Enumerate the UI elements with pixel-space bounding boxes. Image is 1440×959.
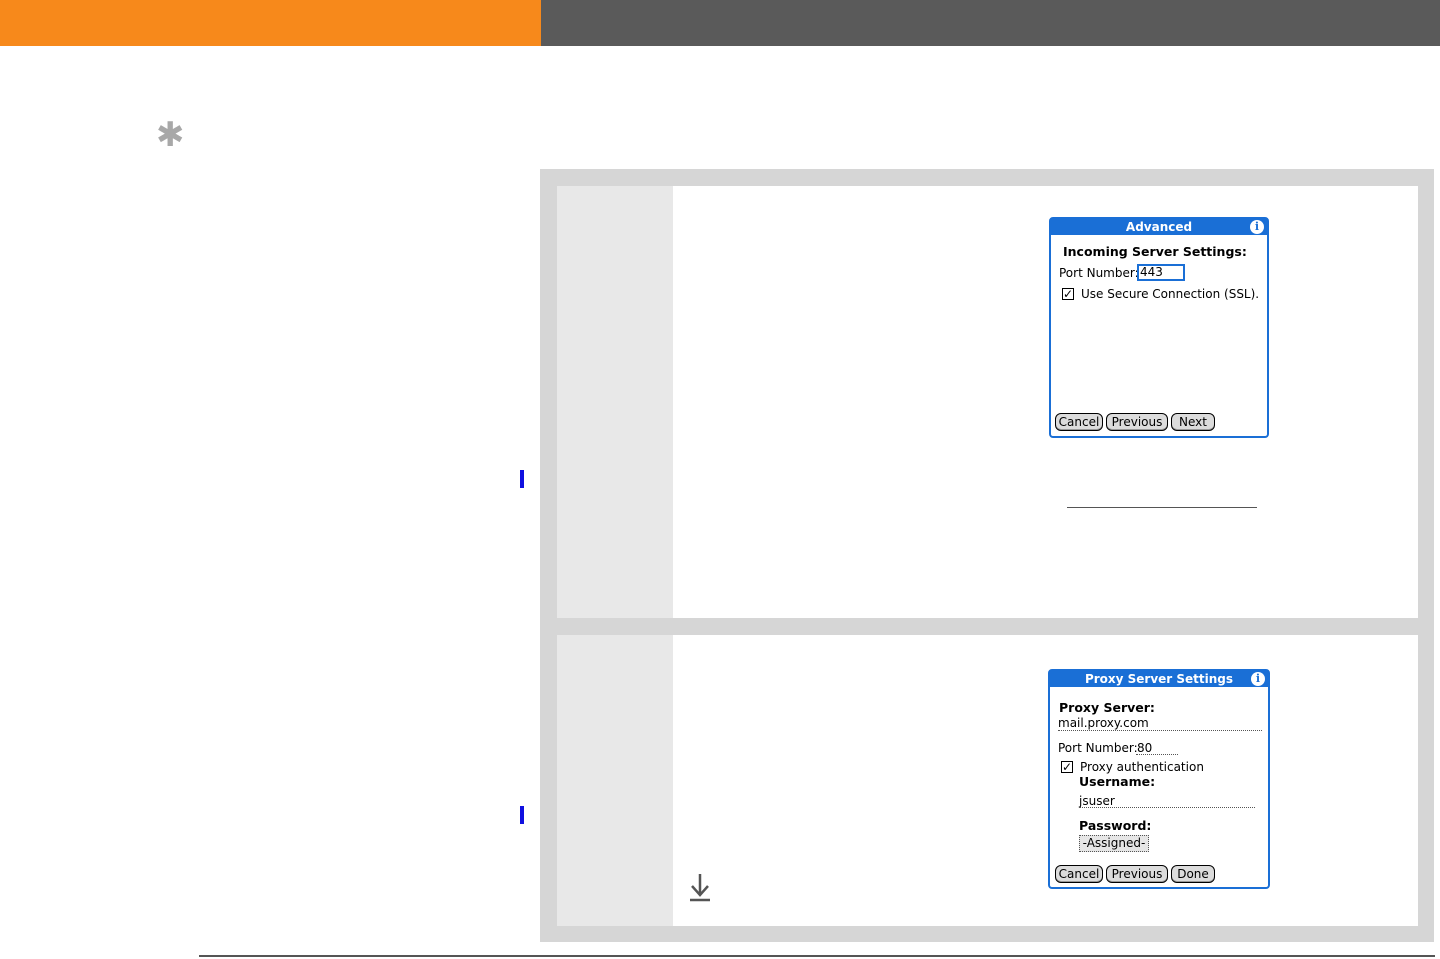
change-bar xyxy=(520,806,524,824)
footer-rule xyxy=(199,955,1435,957)
proxy-server-field[interactable]: mail.proxy.com xyxy=(1058,716,1149,730)
username-label: Username: xyxy=(1079,774,1156,789)
cancel-button[interactable]: Cancel xyxy=(1055,413,1103,431)
link-underline[interactable] xyxy=(1067,507,1257,508)
asterisk-icon: ✱ xyxy=(156,115,185,155)
previous-button[interactable]: Previous xyxy=(1106,413,1168,431)
ssl-label: Use Secure Connection (SSL). xyxy=(1081,287,1260,301)
done-button[interactable]: Done xyxy=(1171,865,1215,883)
dialog-title: Advanced xyxy=(1051,219,1267,235)
field-underline xyxy=(1058,730,1262,731)
dialog-title: Proxy Server Settings xyxy=(1050,671,1268,687)
step-number-column xyxy=(557,186,673,618)
proxy-server-dialog: Proxy Server Settings i Proxy Server: ma… xyxy=(1048,669,1270,889)
previous-button[interactable]: Previous xyxy=(1106,865,1168,883)
proxy-auth-checkbox[interactable]: ✓ xyxy=(1061,761,1073,773)
proxy-auth-label: Proxy authentication xyxy=(1080,760,1204,774)
ssl-checkbox[interactable]: ✓ xyxy=(1062,288,1074,300)
port-number-input[interactable]: 443 xyxy=(1137,264,1185,281)
port-label: Port Number: xyxy=(1058,741,1138,755)
step-number-column xyxy=(557,635,673,926)
field-underline xyxy=(1136,754,1178,755)
step-card xyxy=(557,635,1418,926)
cancel-button[interactable]: Cancel xyxy=(1055,865,1103,883)
password-label: Password: xyxy=(1079,818,1152,833)
header-band-gray xyxy=(541,0,1440,46)
advanced-dialog: Advanced i Incoming Server Settings: Por… xyxy=(1049,217,1269,438)
field-underline xyxy=(1079,807,1255,808)
header-band-orange xyxy=(0,0,541,46)
password-selector[interactable]: -Assigned- xyxy=(1079,835,1149,852)
info-icon[interactable]: i xyxy=(1250,220,1264,234)
proxy-server-label: Proxy Server: xyxy=(1059,700,1155,715)
port-label: Port Number: xyxy=(1059,266,1139,280)
username-field[interactable]: jsuser xyxy=(1079,794,1115,808)
change-bar xyxy=(520,470,524,488)
next-button[interactable]: Next xyxy=(1171,413,1215,431)
step-card xyxy=(557,186,1418,618)
section-label: Incoming Server Settings: xyxy=(1063,244,1247,259)
arrow-down-icon[interactable] xyxy=(688,871,712,903)
page: ✱ Advanced i Incoming Server Settings: P… xyxy=(0,0,1440,959)
info-icon[interactable]: i xyxy=(1251,672,1265,686)
port-number-field[interactable]: 80 xyxy=(1137,741,1152,755)
